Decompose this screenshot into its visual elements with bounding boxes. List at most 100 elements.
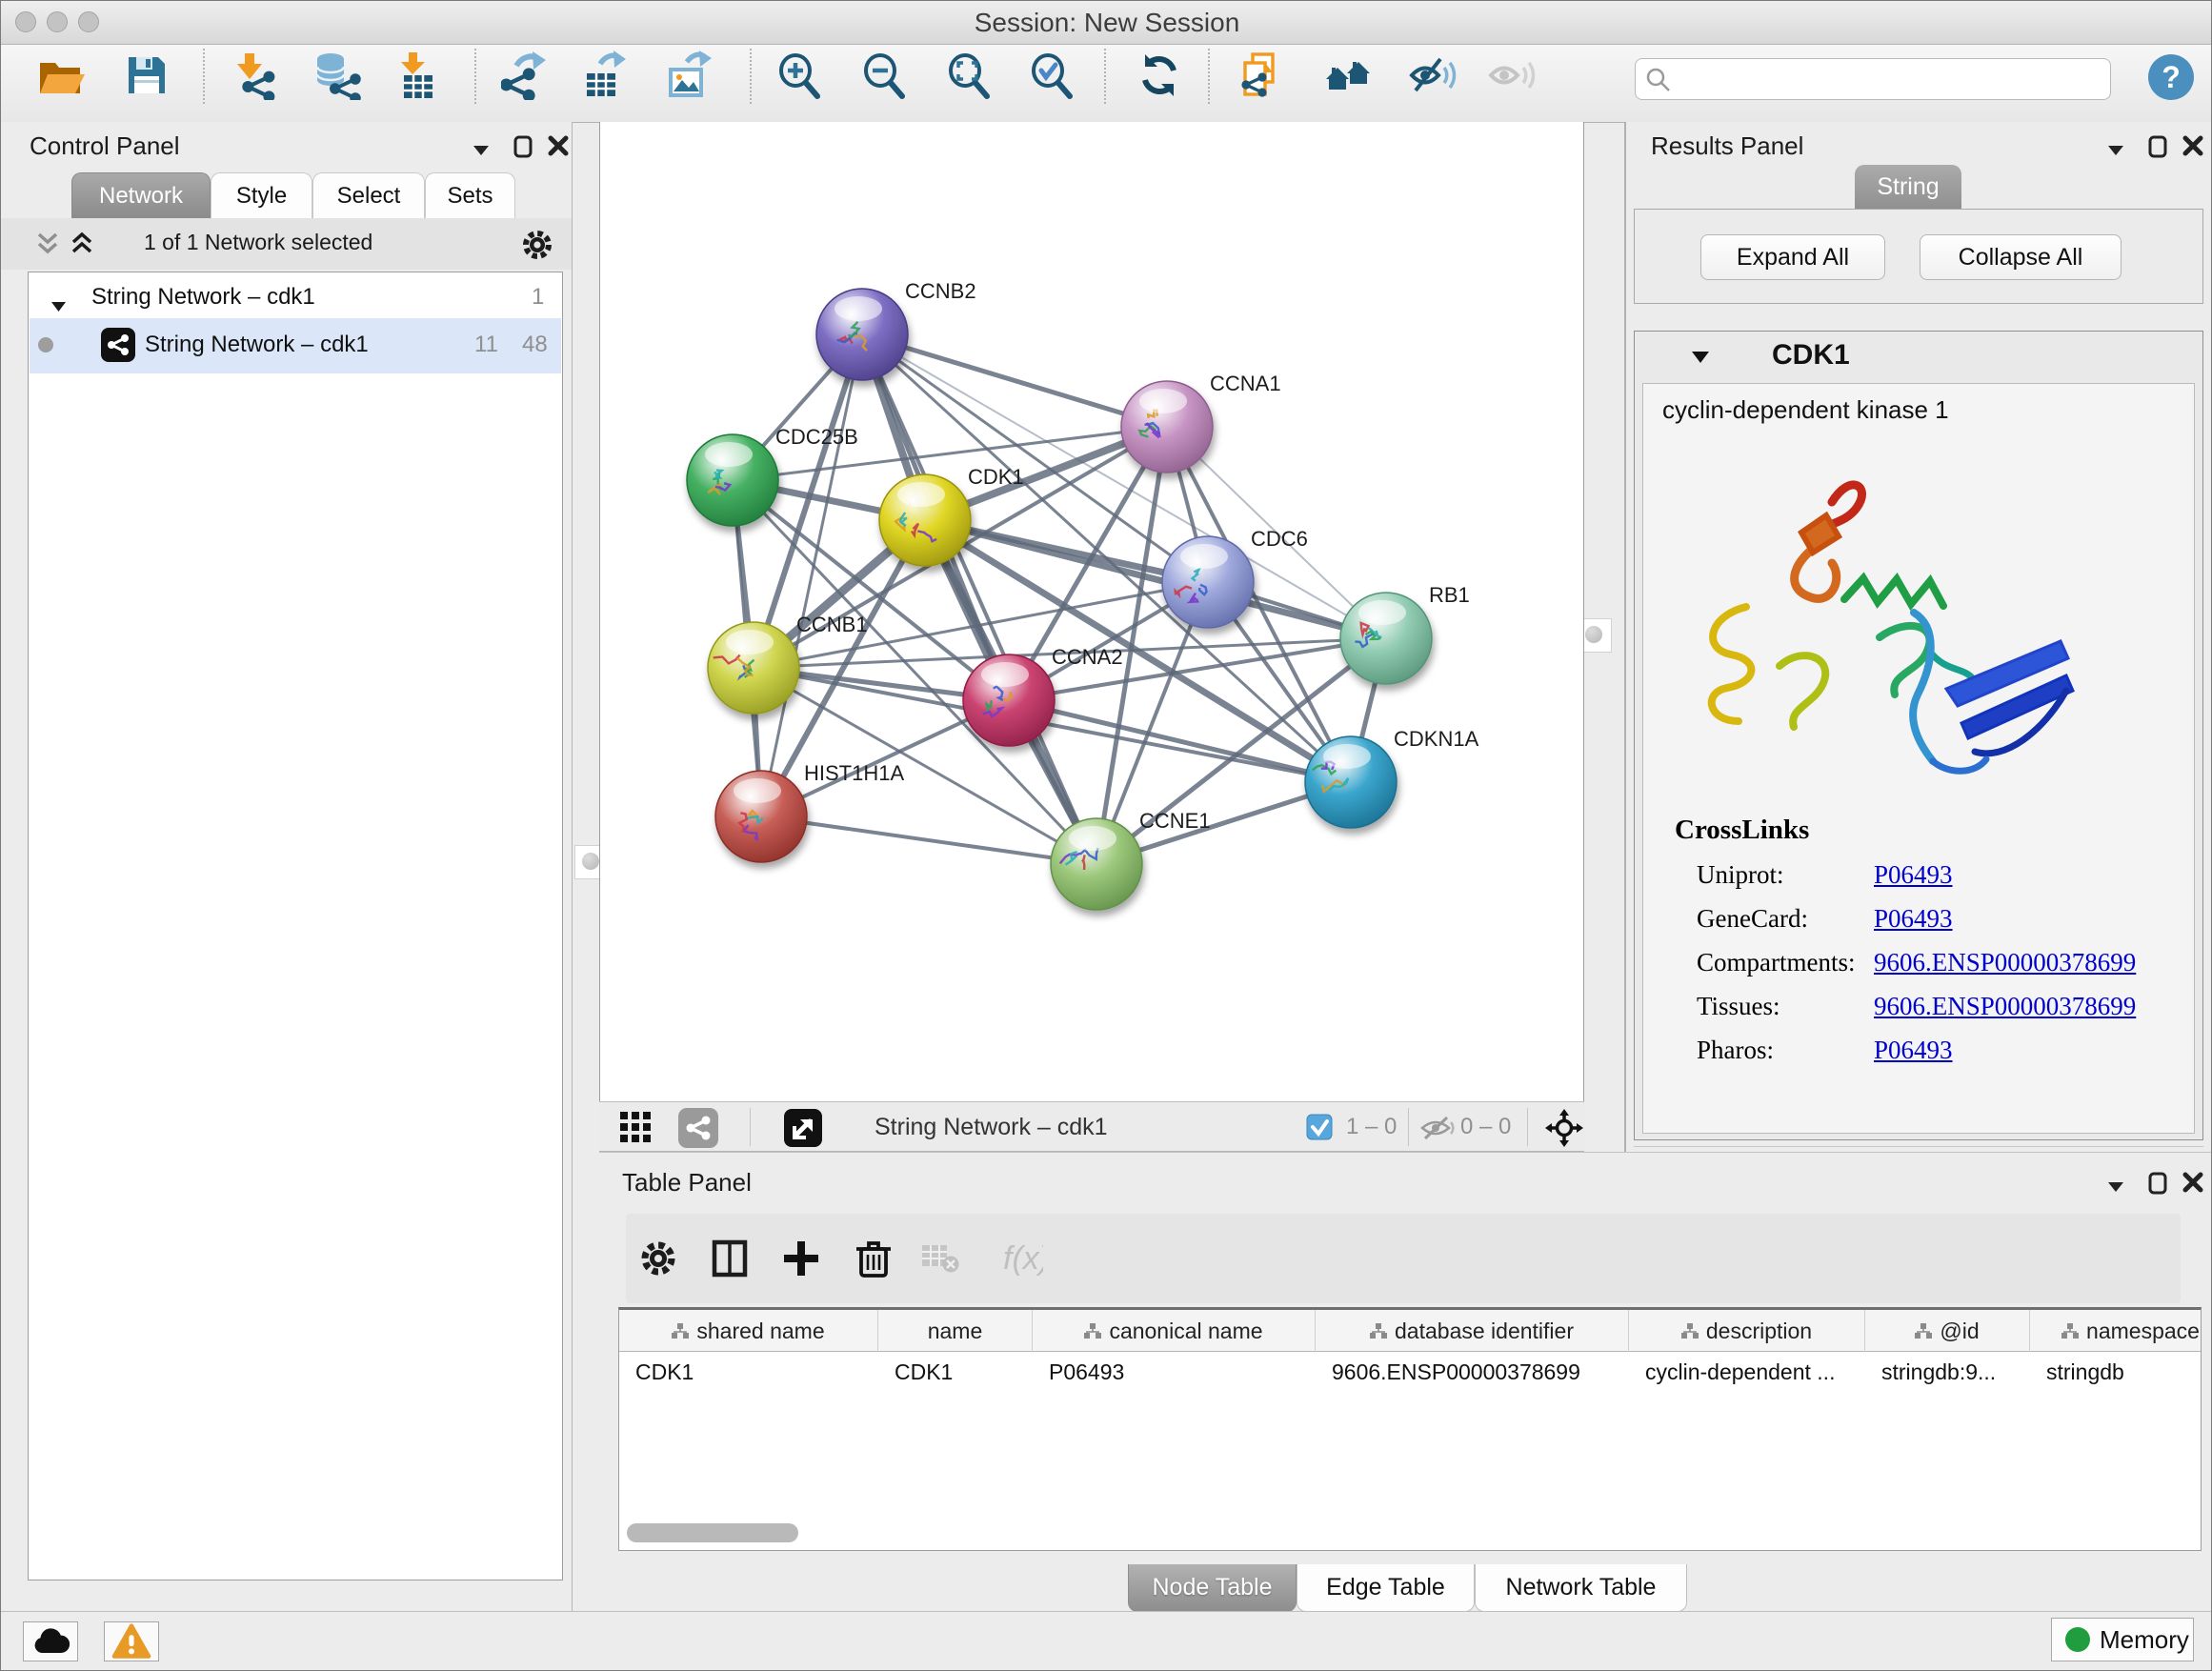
network-options-gear-icon[interactable] <box>520 228 554 267</box>
selected-checkbox-icon[interactable] <box>1306 1114 1333 1145</box>
results-panel: Results Panel String Expand All Collapse… <box>1624 122 2212 1152</box>
network-type-icon <box>101 328 135 369</box>
search-input[interactable] <box>1635 58 2111 100</box>
table-panel: Table Panel f(x) shared namenamecanonica… <box>599 1152 2212 1611</box>
add-column-icon[interactable] <box>780 1238 822 1279</box>
protein-structure-image <box>1689 445 2089 793</box>
control-panel-close-icon[interactable] <box>548 135 569 161</box>
table-panel-collapse-icon[interactable] <box>2108 1179 2123 1197</box>
show-all-icon[interactable] <box>1488 50 1538 100</box>
open-session-icon[interactable] <box>35 50 85 100</box>
table-horizontal-scrollbar[interactable] <box>627 1523 798 1542</box>
tab-node-table[interactable]: Node Table <box>1128 1564 1297 1612</box>
table-cell[interactable]: stringdb <box>2030 1352 2202 1392</box>
toolbar-separator <box>750 49 752 104</box>
zoom-in-icon[interactable] <box>775 50 825 100</box>
zoom-selected-icon[interactable] <box>1028 50 1077 100</box>
tree-expand-icon[interactable] <box>51 292 66 318</box>
table-cell[interactable]: cyclin-dependent ... <box>1629 1352 1865 1392</box>
delete-columns-icon[interactable] <box>853 1238 895 1279</box>
tab-network[interactable]: Network <box>71 172 211 218</box>
expand-all-button[interactable]: Expand All <box>1700 234 1885 280</box>
network-canvas[interactable]: CCNB2CCNA1CDC25BCDK1CDC6RB1CCNB1CCNA2CDK… <box>599 122 1584 1101</box>
table-panel-float-icon[interactable] <box>2148 1172 2167 1199</box>
crosslink-link[interactable]: P06493 <box>1874 1036 1953 1065</box>
open-in-window-icon[interactable] <box>784 1109 822 1152</box>
column-header--id[interactable]: @id <box>1865 1310 2030 1352</box>
cloud-status-button[interactable] <box>23 1621 78 1661</box>
warning-status-button[interactable] <box>104 1621 159 1661</box>
tab-edge-table[interactable]: Edge Table <box>1297 1564 1475 1612</box>
column-header-database-identifier[interactable]: database identifier <box>1316 1310 1629 1352</box>
node-label-HIST1H1A: HIST1H1A <box>804 761 904 785</box>
crosslink-label: Compartments: <box>1697 948 1855 977</box>
crosslink-link[interactable]: 9606.ENSP00000378699 <box>1874 948 2136 977</box>
column-header-description[interactable]: description <box>1629 1310 1865 1352</box>
results-panel-collapse-icon[interactable] <box>2108 143 2123 160</box>
import-table-icon[interactable] <box>392 50 441 100</box>
table-cell[interactable]: P06493 <box>1033 1352 1316 1392</box>
tab-network-table[interactable]: Network Table <box>1475 1564 1687 1612</box>
crosslink-link[interactable]: P06493 <box>1874 860 1953 890</box>
network-node-CDK1[interactable]: CDK1 <box>879 465 1024 566</box>
network-node-CCNA2[interactable]: CCNA2 <box>963 645 1123 746</box>
column-header-shared-name[interactable]: shared name <box>619 1310 878 1352</box>
column-type-icon <box>1681 1319 1699 1344</box>
table-cell[interactable]: stringdb:9... <box>1865 1352 2030 1392</box>
node-label-RB1: RB1 <box>1429 583 1470 607</box>
tab-sets[interactable]: Sets <box>425 172 515 218</box>
clone-network-icon[interactable] <box>1237 50 1286 100</box>
network-tree: String Network – cdk1 1 String Network –… <box>28 272 563 1580</box>
results-panel-float-icon[interactable] <box>2148 135 2167 163</box>
control-panel-collapse-icon[interactable] <box>473 143 489 160</box>
section-collapse-icon[interactable] <box>1692 351 1709 368</box>
table-cell[interactable]: 9606.ENSP00000378699 <box>1316 1352 1629 1392</box>
crosslink-link[interactable]: 9606.ENSP00000378699 <box>1874 992 2136 1021</box>
collapse-all-button[interactable]: Collapse All <box>1920 234 2122 280</box>
table-panel-close-icon[interactable] <box>2182 1172 2203 1198</box>
table-settings-gear-icon[interactable] <box>637 1238 679 1279</box>
node-label-CCNA1: CCNA1 <box>1210 372 1281 395</box>
network-node-HIST1H1A[interactable]: HIST1H1A <box>715 761 904 862</box>
export-network-icon[interactable] <box>501 50 551 100</box>
table-panel-title: Table Panel <box>622 1168 752 1198</box>
network-node-CCNE1[interactable]: CCNE1 <box>1051 809 1211 910</box>
zoom-fit-icon[interactable] <box>945 50 995 100</box>
network-node-CDKN1A[interactable]: CDKN1A <box>1305 727 1479 828</box>
birds-eye-view-icon[interactable] <box>620 1112 653 1149</box>
help-icon[interactable]: ? <box>2148 54 2194 100</box>
toolbar-separator <box>1104 49 1106 104</box>
network-node-CCNB2[interactable]: CCNB2 <box>816 279 976 380</box>
import-network-icon[interactable] <box>229 50 278 100</box>
crosslink-row: Pharos:P06493 <box>1643 1036 2194 1079</box>
column-header-namespace[interactable]: namespace <box>2030 1310 2202 1352</box>
first-neighbors-icon[interactable] <box>1324 50 1374 100</box>
table-cell[interactable]: CDK1 <box>878 1352 1033 1392</box>
crosslink-link[interactable]: P06493 <box>1874 904 1953 934</box>
export-image-icon[interactable] <box>666 50 715 100</box>
memory-button[interactable]: Memory <box>2051 1618 2194 1661</box>
network-node-CCNA1[interactable]: CCNA1 <box>1121 372 1281 473</box>
refresh-view-icon[interactable] <box>1135 50 1184 100</box>
network-node-RB1[interactable]: RB1 <box>1340 583 1470 684</box>
save-session-icon[interactable] <box>122 50 171 100</box>
node-label-CCNE1: CCNE1 <box>1139 809 1211 833</box>
tab-style[interactable]: Style <box>211 172 312 218</box>
column-header-name[interactable]: name <box>878 1310 1033 1352</box>
control-panel-float-icon[interactable] <box>513 135 533 163</box>
table-cell[interactable]: CDK1 <box>619 1352 878 1392</box>
collapse-all-networks-icon[interactable] <box>35 232 60 261</box>
results-panel-close-icon[interactable] <box>2182 135 2203 161</box>
import-database-icon[interactable] <box>312 50 361 100</box>
expand-all-networks-icon[interactable] <box>70 232 94 261</box>
column-header-canonical-name[interactable]: canonical name <box>1033 1310 1316 1352</box>
zoom-out-icon[interactable] <box>860 50 910 100</box>
hide-selected-icon[interactable] <box>1409 50 1458 100</box>
export-table-icon[interactable] <box>581 50 631 100</box>
node-label-CCNB2: CCNB2 <box>905 279 976 303</box>
node-table: shared namenamecanonical namedatabase id… <box>618 1307 2202 1551</box>
tab-select[interactable]: Select <box>312 172 425 218</box>
toggle-columns-icon[interactable] <box>709 1238 751 1279</box>
pan-crosshair-icon[interactable] <box>1544 1108 1584 1153</box>
tab-string[interactable]: String <box>1855 165 1961 209</box>
